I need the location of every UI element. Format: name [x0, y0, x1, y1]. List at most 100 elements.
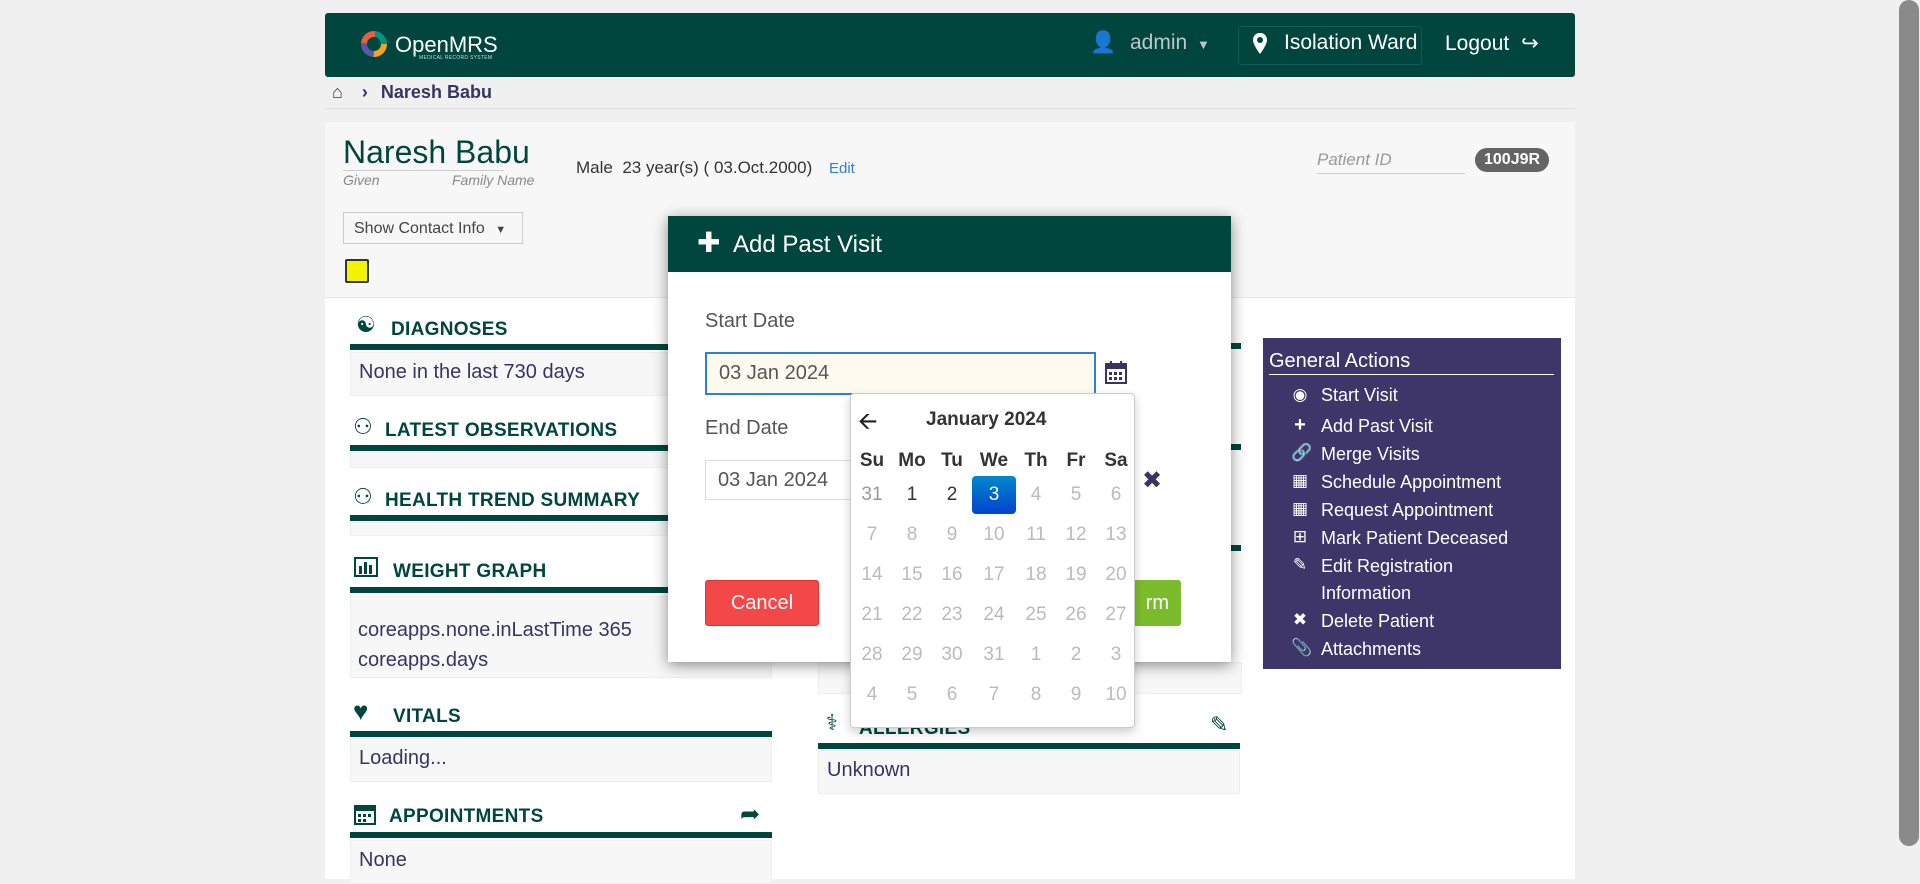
weekday-row: Su Mo Tu We Th Fr Sa [852, 447, 1136, 475]
edit-registration-action[interactable]: Edit Registration [1321, 556, 1453, 577]
weight-graph-title: WEIGHT GRAPH [393, 561, 547, 582]
day-cell: 22 [901, 604, 923, 625]
day-cell: 3 [1110, 644, 1122, 665]
day-cell: 16 [941, 564, 963, 585]
add-past-visit-action[interactable]: Add Past Visit [1321, 416, 1433, 437]
caret-down-icon: ▼ [1197, 37, 1210, 52]
day-cell: 28 [861, 644, 883, 665]
merge-visits-action[interactable]: Merge Visits [1321, 444, 1420, 465]
plus-icon: + [1294, 414, 1306, 436]
day-cell: 15 [901, 564, 923, 585]
day-cell: 11 [1026, 524, 1046, 545]
patient-id-label: Patient ID [1317, 150, 1392, 169]
day-cell: 9 [1070, 684, 1082, 705]
home-icon[interactable]: ⌂ [332, 82, 343, 102]
day-cell: 14 [861, 564, 883, 585]
week-row: 7 8 9 10 11 12 13 [852, 515, 1136, 555]
patient-id-badge: 100J9R [1475, 148, 1550, 172]
openmrs-logo-icon [361, 31, 387, 57]
heartbeat-icon: ♥ [353, 696, 369, 726]
start-date-label: Start Date [705, 310, 796, 332]
week-row: 31 1 2 3 4 5 6 [852, 475, 1136, 515]
user-icon: 👤 [1090, 31, 1117, 54]
day-cell: 9 [946, 524, 958, 545]
day-cell: 10 [983, 524, 1005, 545]
pencil-icon[interactable]: ✎ [1210, 712, 1228, 738]
allergies-text: Unknown [827, 759, 911, 781]
week-row: 21 22 23 24 25 26 27 [852, 595, 1136, 635]
vitals-bar [350, 731, 772, 737]
logout-link[interactable]: Logout ↪ [1445, 31, 1539, 56]
day-cell: 20 [1105, 564, 1127, 585]
diagnosis-icon: ☯ [356, 312, 376, 337]
chevron-right-icon: › [361, 82, 368, 102]
given-name-label: Given [343, 172, 380, 188]
end-date-label: End Date [705, 417, 789, 439]
patient-gender: Male [576, 158, 613, 177]
cancel-button[interactable]: Cancel [705, 580, 819, 626]
scrollbar-thumb[interactable] [1899, 0, 1919, 846]
day-cell-selected[interactable]: 3 [972, 475, 1016, 515]
show-contact-info-button[interactable]: Show Contact Info ▼ [343, 212, 523, 244]
general-actions-title: General Actions [1269, 350, 1411, 372]
day-cell: 5 [1070, 484, 1082, 505]
day-cell[interactable]: 31 [852, 475, 892, 515]
start-visit-action[interactable]: Start Visit [1321, 385, 1398, 406]
vitals-body: Loading... [350, 738, 772, 782]
day-cell: 26 [1065, 604, 1087, 625]
medkit-icon: ⚕ [826, 710, 838, 735]
bar-chart-icon [354, 557, 378, 577]
day-cell: 19 [1065, 564, 1087, 585]
calendar-icon[interactable] [1105, 360, 1127, 384]
day-cell[interactable]: 2 [932, 475, 972, 515]
datepicker-grid: Su Mo Tu We Th Fr Sa 31 1 2 3 4 5 6 7 8 … [852, 447, 1136, 715]
weekday-header: Sa [1104, 450, 1128, 471]
user-md-icon: ⚇ [353, 484, 373, 509]
name-underline [343, 170, 504, 171]
day-cell: 23 [941, 604, 963, 625]
plus-square-icon: ⊞ [1292, 527, 1308, 546]
share-icon[interactable]: ➦ [740, 800, 760, 829]
breadcrumb-patient[interactable]: Naresh Babu [381, 82, 492, 102]
datepicker-month-title[interactable]: January 2024 [926, 409, 1046, 431]
day-cell: 4 [1030, 484, 1042, 505]
request-appointment-action[interactable]: Request Appointment [1321, 500, 1493, 521]
latest-observations-title: LATEST OBSERVATIONS [385, 420, 618, 441]
location-name[interactable]: Isolation Ward [1284, 31, 1417, 55]
day-cell: 31 [983, 644, 1005, 665]
patient-demographics: Male 23 year(s) ( 03.Oct.2000) Edit [576, 158, 855, 178]
location-pin-icon: ◉ [1292, 385, 1308, 404]
end-date-input[interactable]: 03 Jan 2024 [705, 460, 855, 500]
day-cell: 13 [1105, 524, 1127, 545]
day-cell: 27 [1105, 604, 1127, 625]
delete-patient-action[interactable]: Delete Patient [1321, 611, 1434, 632]
sticky-note-icon[interactable] [345, 259, 369, 283]
mark-patient-deceased-action[interactable]: Mark Patient Deceased [1321, 528, 1508, 549]
day-cell: 30 [941, 644, 963, 665]
attachments-action[interactable]: Attachments [1321, 639, 1421, 660]
schedule-appointment-action[interactable]: Schedule Appointment [1321, 472, 1501, 493]
appointments-body: None [350, 840, 772, 884]
user-name: admin [1130, 31, 1188, 54]
week-row: 28 29 30 31 1 2 3 [852, 635, 1136, 675]
clear-icon[interactable]: ✖ [1142, 466, 1162, 495]
day-cell[interactable]: 1 [892, 475, 932, 515]
edit-patient-link[interactable]: Edit [829, 160, 855, 177]
edit-registration-action-cont[interactable]: Information [1321, 583, 1411, 604]
day-cell: 7 [988, 684, 1000, 705]
user-menu[interactable]: 👤 admin ▼ [1090, 31, 1210, 55]
contact-button-label: Show Contact Info [354, 220, 485, 237]
sign-out-icon: ↪ [1521, 32, 1539, 55]
day-cell: 5 [906, 684, 918, 705]
dialog-title: Add Past Visit [733, 231, 882, 258]
start-date-input[interactable]: 03 Jan 2024 [705, 352, 1096, 395]
breadcrumb-divider [325, 108, 1575, 109]
logo-subtitle: MEDICAL RECORD SYSTEM [419, 55, 493, 61]
caret-down-icon: ▼ [495, 224, 507, 236]
health-trend-title: HEALTH TREND SUMMARY [385, 490, 641, 511]
day-cell: 6 [1110, 484, 1122, 505]
weekday-header: Fr [1066, 450, 1086, 471]
previous-month-arrow-icon[interactable]: 🡨 [858, 404, 878, 445]
weekday-header: Tu [941, 450, 963, 471]
day-cell: 21 [861, 604, 883, 625]
